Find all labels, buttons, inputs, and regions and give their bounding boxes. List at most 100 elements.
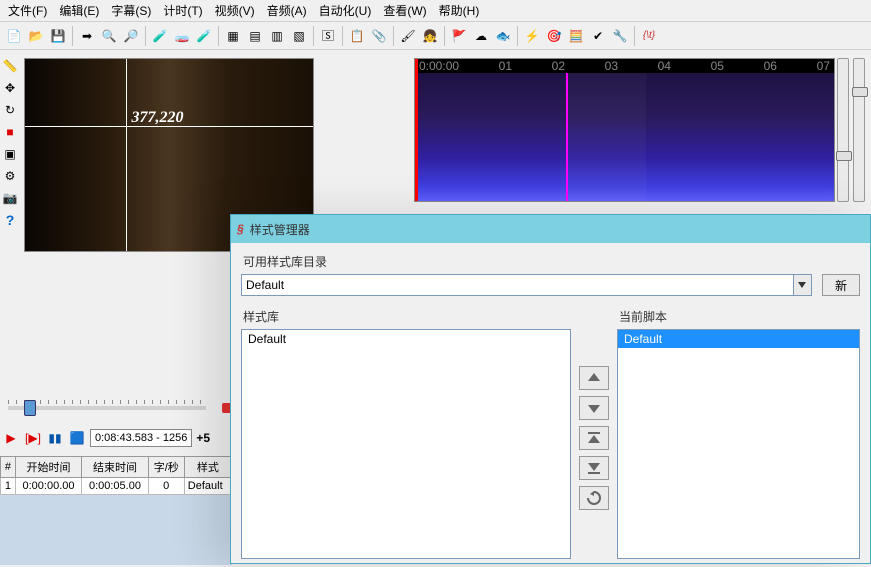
move-bottom-button[interactable]: [579, 456, 609, 480]
record-icon[interactable]: ■: [2, 124, 18, 140]
toolbar-separator: [517, 26, 518, 46]
toolbar-separator: [634, 26, 635, 46]
open-file-icon[interactable]: 📂: [26, 26, 46, 46]
menu-help[interactable]: 帮助(H): [433, 0, 486, 21]
pause-button[interactable]: ▮▮: [46, 429, 64, 447]
target-icon[interactable]: 🎯: [544, 26, 564, 46]
timeline-tick: 04: [658, 59, 671, 73]
timeline-tick: 07: [817, 59, 830, 73]
style-s-icon[interactable]: 🅂: [318, 26, 338, 46]
crosshair-vertical: [126, 59, 127, 251]
grid-cell: 0:00:00.00: [15, 478, 81, 495]
tag-t-icon[interactable]: {\t}: [639, 26, 659, 46]
grid-header[interactable]: #: [1, 457, 16, 478]
bolt-icon[interactable]: ⚡: [522, 26, 542, 46]
toolbar-separator: [218, 26, 219, 46]
calc-icon[interactable]: 🧮: [566, 26, 586, 46]
list-icon[interactable]: 📋: [347, 26, 367, 46]
menu-view[interactable]: 查看(W): [377, 0, 432, 21]
script-label: 当前脚本: [619, 308, 860, 325]
new-file-icon[interactable]: 📄: [4, 26, 24, 46]
app-logo-icon: §: [237, 222, 244, 236]
grid-header[interactable]: 样式: [184, 457, 231, 478]
move-icon[interactable]: ✥: [2, 80, 18, 96]
cloud-icon[interactable]: ☁: [471, 26, 491, 46]
vertical-zoom-slider[interactable]: [837, 58, 849, 202]
waveform-timeline: 0:00:0001020304050607: [415, 59, 834, 73]
brush-icon[interactable]: 🖌: [398, 26, 418, 46]
menu-audio[interactable]: 音频(A): [261, 0, 313, 21]
waveform-selection[interactable]: [566, 73, 646, 201]
wrench-icon[interactable]: 🔧: [610, 26, 630, 46]
waveform-cursor[interactable]: [566, 73, 568, 201]
waveform-start-marker[interactable]: [415, 59, 418, 201]
table-row[interactable]: 10:00:00.000:00:05.000Default: [1, 478, 232, 495]
toolbar-separator: [313, 26, 314, 46]
catalog-combo[interactable]: [241, 274, 794, 296]
blue-flask-icon[interactable]: 🧫: [172, 26, 192, 46]
move-top-button[interactable]: [579, 426, 609, 450]
move-to-storage-button[interactable]: [579, 396, 609, 420]
dialog-title: 样式管理器: [250, 221, 310, 238]
grid-cell: 0: [148, 478, 184, 495]
script-listbox[interactable]: Default: [617, 329, 860, 559]
tool-icon[interactable]: ⚙: [2, 168, 18, 184]
flag-icon[interactable]: 🚩: [449, 26, 469, 46]
audio-waveform[interactable]: 0:00:0001020304050607: [414, 58, 835, 202]
grid4-icon[interactable]: ▧: [289, 26, 309, 46]
orange-flask-icon[interactable]: 🧪: [194, 26, 214, 46]
toolbar-separator: [72, 26, 73, 46]
ruler-icon[interactable]: 📏: [2, 58, 18, 74]
grid-header[interactable]: 开始时间: [15, 457, 81, 478]
save-icon[interactable]: 💾: [48, 26, 68, 46]
timecode-display[interactable]: 0:08:43.583 - 1256: [90, 429, 192, 447]
new-catalog-button[interactable]: 新: [822, 274, 860, 296]
attach-icon[interactable]: 📎: [369, 26, 389, 46]
list-item[interactable]: Default: [242, 330, 570, 348]
horizontal-zoom-slider[interactable]: [853, 58, 865, 202]
rotate-icon[interactable]: ↻: [2, 102, 18, 118]
grid-empty-area[interactable]: [0, 495, 232, 565]
timeline-tick: 06: [764, 59, 777, 73]
camera-icon[interactable]: 📷: [2, 190, 18, 206]
toggle-autoscroll-button[interactable]: 🟦: [68, 429, 86, 447]
export-icon[interactable]: ➡: [77, 26, 97, 46]
grid-cell: 1: [1, 478, 16, 495]
grid-cell: Default: [184, 478, 231, 495]
grid-header[interactable]: 结束时间: [82, 457, 148, 478]
menu-timing[interactable]: 计时(T): [157, 0, 208, 21]
find-replace-icon[interactable]: 🔎: [121, 26, 141, 46]
list-item[interactable]: Default: [618, 330, 859, 348]
avatar-icon[interactable]: 👧: [420, 26, 440, 46]
dialog-titlebar[interactable]: § 样式管理器: [231, 215, 870, 243]
storage-label: 样式库: [243, 308, 571, 325]
grid1-icon[interactable]: ▦: [223, 26, 243, 46]
timeline-tick: 01: [499, 59, 512, 73]
toolbar-separator: [145, 26, 146, 46]
play-button[interactable]: ▶: [2, 429, 20, 447]
adjust-icon[interactable]: ▣: [2, 146, 18, 162]
fish-icon[interactable]: 🐟: [493, 26, 513, 46]
seek-track[interactable]: [8, 406, 206, 410]
grid-header[interactable]: 字/秒: [148, 457, 184, 478]
grid2-icon[interactable]: ▤: [245, 26, 265, 46]
menu-automation[interactable]: 自动化(U): [313, 0, 378, 21]
color-flask-icon[interactable]: 🧪: [150, 26, 170, 46]
storage-listbox[interactable]: Default: [241, 329, 571, 559]
check-icon[interactable]: ✔: [588, 26, 608, 46]
play-range-button[interactable]: [▶]: [24, 429, 42, 447]
catalog-dropdown-button[interactable]: [794, 274, 812, 296]
help-icon[interactable]: ?: [2, 212, 18, 228]
seek-thumb[interactable]: [24, 400, 36, 416]
menu-subtitle[interactable]: 字幕(S): [105, 0, 157, 21]
menu-video[interactable]: 视频(V): [209, 0, 261, 21]
grid3-icon[interactable]: ▥: [267, 26, 287, 46]
move-to-script-button[interactable]: [579, 366, 609, 390]
sync-button[interactable]: [579, 486, 609, 510]
menu-file[interactable]: 文件(F): [2, 0, 53, 21]
main-toolbar: 📄📂💾 ➡🔍🔎 🧪🧫🧪 ▦▤▥▧ 🅂 📋📎 🖌👧 🚩☁🐟 ⚡🎯🧮✔🔧 {\t}: [0, 22, 871, 50]
search-icon[interactable]: 🔍: [99, 26, 119, 46]
menu-edit[interactable]: 编辑(E): [53, 0, 105, 21]
chevron-down-icon: [798, 282, 806, 288]
catalog-label: 可用样式库目录: [243, 253, 860, 270]
